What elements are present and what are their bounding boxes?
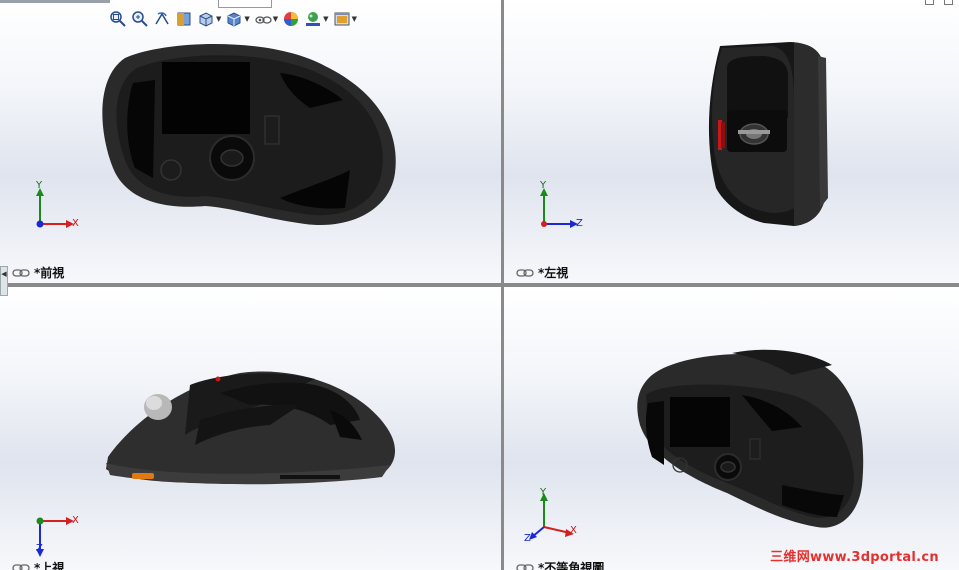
axis-label-y: Y — [36, 180, 43, 191]
link-icon — [516, 563, 534, 570]
restore-icon[interactable] — [925, 0, 934, 5]
view-orientation-icon — [199, 12, 213, 27]
zoom-to-area-button[interactable] — [130, 8, 150, 30]
link-icon — [12, 563, 30, 570]
view-orientation-button[interactable]: ▼ — [196, 8, 222, 30]
chevron-down-icon: ▼ — [216, 14, 222, 23]
panel-collapse-handle[interactable]: ◀ — [0, 266, 8, 296]
section-view-button[interactable] — [174, 8, 194, 30]
axis-label-y: Y — [540, 180, 547, 191]
model-top-view[interactable] — [100, 365, 400, 495]
axis-label-y: Y — [540, 487, 547, 498]
hide-show-items-icon — [255, 16, 272, 24]
axis-label-x: X — [570, 525, 577, 536]
viewport-front[interactable]: ▼ ▼ ▼ ▼ ▼ Y X *前視 — [0, 0, 501, 283]
axis-triad — [529, 493, 574, 540]
link-icon — [516, 268, 534, 277]
viewport-splitter-horizontal[interactable] — [0, 283, 959, 287]
edit-appearance-icon — [284, 12, 299, 26]
hide-show-items-button[interactable]: ▼ — [253, 8, 279, 30]
display-style-icon — [227, 12, 241, 27]
heads-up-view-toolbar: ▼ ▼ ▼ ▼ ▼ — [108, 7, 358, 31]
previous-view-button[interactable] — [152, 8, 172, 30]
chevron-down-icon: ▼ — [272, 14, 279, 23]
viewport-corner-controls — [925, 0, 953, 5]
axis-label-z: Z — [36, 543, 43, 554]
zoom-to-area-icon — [132, 11, 148, 27]
top-edge — [0, 0, 110, 3]
chevron-down-icon: ▼ — [323, 14, 329, 23]
model-front-view[interactable] — [95, 38, 405, 233]
viewport-label: *前視 — [12, 264, 64, 281]
viewport-isometric[interactable]: Y X Z *不等角視圖 三维网www.3dportal.cn — [504, 287, 959, 570]
apply-scene-button[interactable]: ▼ — [303, 8, 329, 30]
section-view-icon — [177, 12, 191, 26]
axis-label-z: Z — [576, 218, 583, 229]
chevron-left-icon: ◀ — [1, 270, 7, 278]
axis-triad — [36, 517, 74, 557]
edit-appearance-button[interactable] — [281, 8, 301, 30]
watermark-text: 三维网www.3dportal.cn — [770, 550, 939, 565]
apply-scene-icon — [306, 12, 321, 26]
view-name: *上視 — [34, 561, 65, 570]
previous-view-icon — [155, 12, 169, 25]
viewport-label: *左視 — [516, 264, 568, 281]
axis-label-x: X — [72, 515, 79, 526]
close-icon[interactable] — [944, 0, 953, 5]
view-settings-button[interactable]: ▼ — [332, 8, 358, 30]
viewport-label: *上視 — [12, 559, 64, 570]
axis-label-x: X — [72, 218, 79, 229]
display-style-button[interactable]: ▼ — [224, 8, 250, 30]
viewport-top[interactable]: X Z *上視 — [0, 287, 501, 570]
view-name: *前視 — [34, 266, 65, 280]
zoom-to-fit-icon — [110, 11, 126, 27]
viewport-label: *不等角視圖 — [516, 559, 604, 570]
model-left-view[interactable] — [702, 38, 832, 230]
chevron-down-icon: ▼ — [351, 14, 357, 23]
zoom-to-fit-button[interactable] — [108, 8, 128, 30]
model-isometric-view[interactable] — [632, 345, 872, 535]
view-name: *左視 — [538, 266, 569, 280]
axis-label-z: Z — [524, 533, 531, 544]
chevron-down-icon: ▼ — [244, 14, 250, 23]
view-settings-icon — [334, 12, 350, 26]
viewport-left[interactable]: Y Z *左視 — [504, 0, 959, 283]
view-name: *不等角視圖 — [538, 561, 605, 570]
link-icon — [12, 268, 30, 277]
